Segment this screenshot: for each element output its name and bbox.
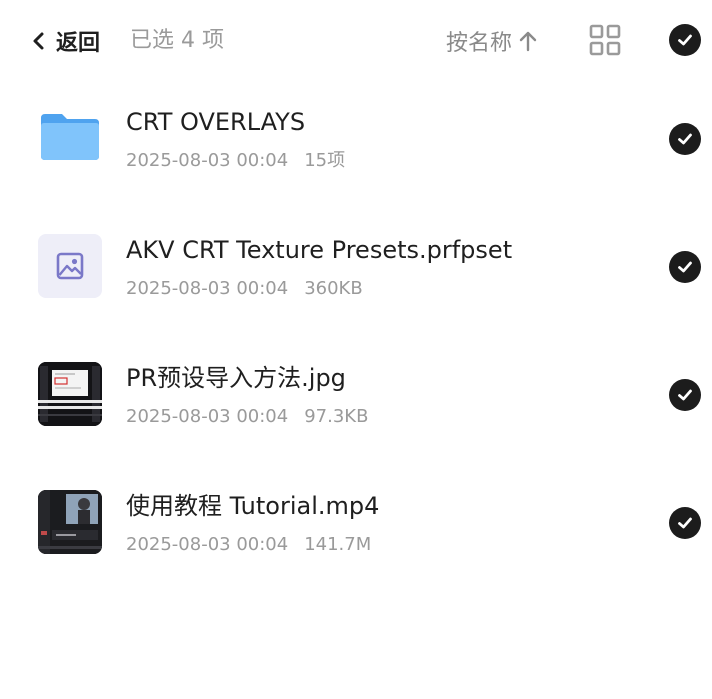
select-all-checkbox[interactable]	[669, 24, 701, 56]
list-item[interactable]: 使用教程 Tutorial.mp4 2025-08-03 00:04 141.7M	[0, 466, 712, 594]
top-bar: 返回 已选 4 项 按名称	[0, 0, 712, 82]
file-list: CRT OVERLAYS 2025-08-03 00:04 15项 AKV CRT…	[0, 82, 712, 594]
item-checkbox[interactable]	[669, 251, 701, 283]
file-size: 97.3KB	[304, 406, 369, 427]
selected-count: 已选 4 项	[130, 28, 224, 53]
video-thumbnail	[38, 490, 102, 554]
item-checkbox[interactable]	[669, 379, 701, 411]
file-size: 15项	[304, 150, 346, 171]
list-item[interactable]: CRT OVERLAYS 2025-08-03 00:04 15项	[0, 82, 712, 210]
file-date: 2025-08-03 00:04	[126, 150, 289, 171]
list-item[interactable]: PR预设导入方法.jpg 2025-08-03 00:04 97.3KB	[0, 338, 712, 466]
preset-file-icon	[38, 234, 102, 298]
file-meta: 2025-08-03 00:04 141.7M	[126, 532, 371, 558]
file-meta: 2025-08-03 00:04 15项	[126, 148, 345, 174]
file-name: AKV CRT Texture Presets.prfpset	[126, 236, 513, 264]
item-checkbox[interactable]	[669, 507, 701, 539]
list-item[interactable]: AKV CRT Texture Presets.prfpset 2025-08-…	[0, 210, 712, 338]
check-icon	[678, 389, 692, 401]
item-checkbox[interactable]	[669, 123, 701, 155]
sort-label: 按名称	[446, 31, 513, 56]
check-icon	[678, 517, 692, 529]
back-button[interactable]: 返回	[28, 22, 100, 60]
check-icon	[678, 261, 692, 273]
file-date: 2025-08-03 00:04	[126, 534, 289, 555]
arrow-up-icon	[519, 31, 537, 52]
file-meta: 2025-08-03 00:04 360KB	[126, 276, 363, 302]
file-size: 141.7M	[304, 534, 372, 555]
file-name: PR预设导入方法.jpg	[126, 364, 346, 392]
chevron-left-icon	[33, 32, 44, 50]
grid-view-icon[interactable]	[589, 24, 621, 56]
file-size: 360KB	[304, 278, 363, 299]
file-meta: 2025-08-03 00:04 97.3KB	[126, 404, 368, 430]
file-date: 2025-08-03 00:04	[126, 278, 289, 299]
file-date: 2025-08-03 00:04	[126, 406, 289, 427]
folder-icon	[38, 106, 102, 170]
check-icon	[678, 34, 692, 46]
file-name: CRT OVERLAYS	[126, 108, 306, 136]
sort-button[interactable]: 按名称	[446, 24, 538, 58]
image-thumbnail	[38, 362, 102, 426]
check-icon	[678, 133, 692, 145]
file-name: 使用教程 Tutorial.mp4	[126, 492, 380, 520]
back-label: 返回	[56, 31, 101, 56]
